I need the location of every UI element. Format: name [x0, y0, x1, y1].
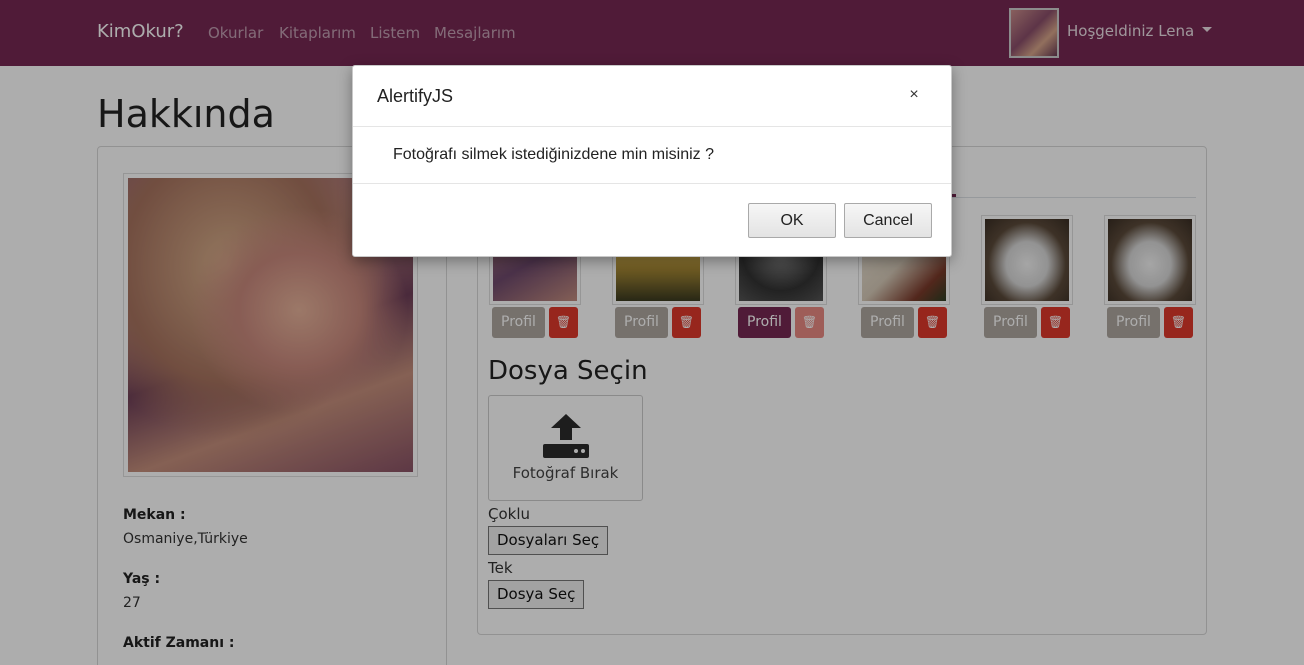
dialog-message: Fotoğrafı silmek istediğinizdene min mis… — [393, 146, 715, 163]
ok-button[interactable]: OK — [748, 203, 836, 238]
dialog-footer-divider — [353, 183, 951, 184]
cancel-button[interactable]: Cancel — [844, 203, 932, 238]
dialog-header-divider — [353, 126, 951, 127]
confirm-dialog: AlertifyJS × Fotoğrafı silmek istediğini… — [352, 65, 952, 257]
close-icon[interactable]: × — [903, 84, 925, 106]
dialog-title: AlertifyJS — [377, 86, 454, 106]
